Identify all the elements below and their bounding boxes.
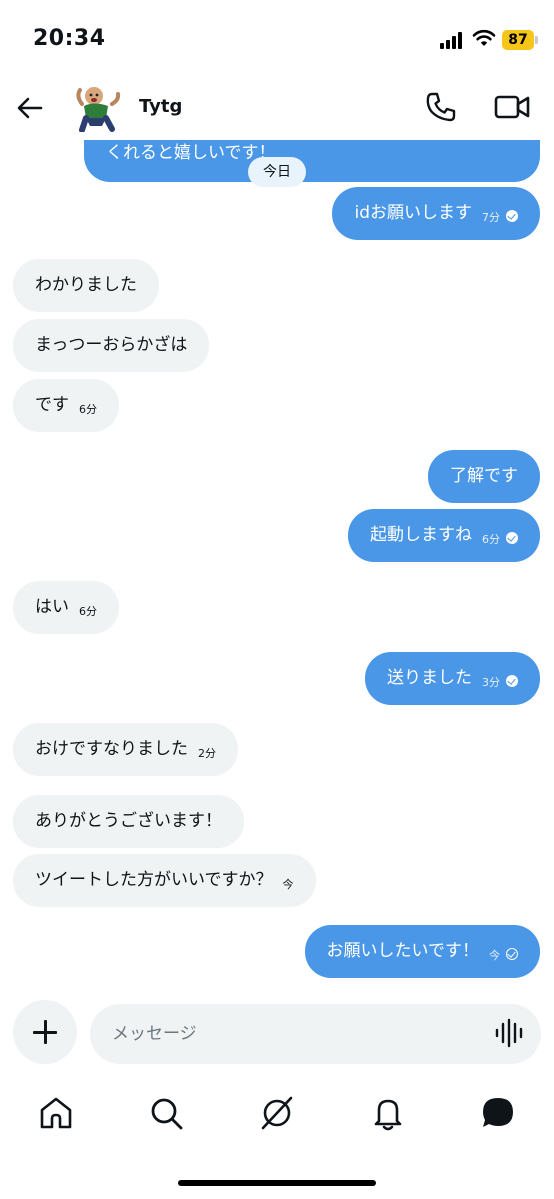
message-bubble-incoming[interactable]: おけですなりました 2分 (13, 723, 238, 776)
wifi-icon (472, 29, 496, 46)
message-time: 6分 (482, 533, 500, 546)
message-time: 3分 (482, 676, 500, 689)
read-check-icon (506, 675, 518, 687)
message-input[interactable] (90, 1004, 541, 1064)
contact-name[interactable]: Tytg (139, 96, 182, 117)
message-bubble-incoming[interactable]: ツイートした方がいいですか？ 今 (13, 854, 316, 907)
battery-cap (535, 36, 538, 44)
message-bubble-incoming[interactable]: ありがとうございます！ (13, 795, 244, 848)
message-bubble-incoming[interactable]: です 6分 (13, 379, 119, 432)
cellular-signal-icon (440, 31, 466, 49)
bell-icon[interactable] (368, 1093, 408, 1133)
status-time: 20:34 (33, 26, 106, 51)
message-bubble-outgoing[interactable]: 起動しますね 6分 (348, 509, 540, 562)
message-text: まっつーおらかざは (35, 335, 188, 355)
message-text: ツイートした方がいいですか？ (35, 870, 273, 890)
message-text: わかりました (35, 275, 137, 295)
message-text: 送りました (387, 668, 472, 688)
message-text: 起動しますね (370, 525, 472, 545)
message-bubble-outgoing[interactable]: 送りました 3分 (365, 652, 540, 705)
home-icon[interactable] (36, 1093, 76, 1133)
message-bubble-outgoing[interactable]: お願いしたいです！ 今 (304, 925, 540, 978)
message-text: おけですなりました (35, 739, 188, 759)
battery-indicator: 87 (502, 30, 534, 50)
video-camera-icon[interactable] (494, 92, 530, 122)
message-bubble-outgoing[interactable]: idお願いします 7分 (332, 187, 540, 240)
voice-wave-icon[interactable] (494, 1018, 524, 1048)
message-bubble-icon[interactable] (478, 1093, 518, 1133)
message-bubble-outgoing[interactable]: 了解です (428, 450, 540, 503)
message-bubble-incoming[interactable]: まっつーおらかざは (13, 319, 210, 372)
message-bubble-incoming[interactable]: はい 6分 (13, 581, 119, 634)
message-text: お願いしたいです！ (326, 941, 480, 961)
home-indicator (178, 1180, 376, 1186)
message-text: ありがとうございます！ (35, 811, 222, 831)
phone-icon[interactable] (424, 90, 458, 124)
bottom-tab-bar (0, 1085, 554, 1145)
message-text: idお願いします (354, 203, 472, 223)
day-separator: 今日 (248, 157, 306, 187)
message-time: 6分 (79, 403, 97, 416)
message-time: 6分 (79, 605, 97, 618)
arrow-left-icon[interactable] (14, 92, 46, 124)
grok-icon[interactable] (257, 1093, 297, 1133)
message-bubble-incoming[interactable]: わかりました (13, 259, 159, 312)
message-time: 今 (282, 878, 294, 891)
previous-message-bubble: くれると嬉しいです！ (84, 140, 540, 182)
message-text: 了解です (450, 466, 518, 486)
message-list[interactable]: くれると嬉しいです！ 今日 idお願いします 7分 わかりました まっつーおらかざ… (0, 140, 554, 995)
read-check-icon (506, 532, 518, 544)
avatar[interactable] (72, 82, 122, 132)
message-text: はい (35, 597, 69, 617)
conversation-header: Tytg (0, 80, 554, 140)
message-time: 今 (489, 949, 500, 962)
read-check-icon (506, 210, 518, 222)
search-icon[interactable] (146, 1093, 186, 1133)
message-time: 7分 (482, 211, 500, 224)
message-text: です (35, 395, 69, 415)
sent-check-icon (506, 948, 518, 960)
status-bar: 20:34 87 (0, 0, 554, 80)
message-time: 2分 (198, 747, 216, 760)
plus-icon[interactable] (13, 1000, 77, 1064)
